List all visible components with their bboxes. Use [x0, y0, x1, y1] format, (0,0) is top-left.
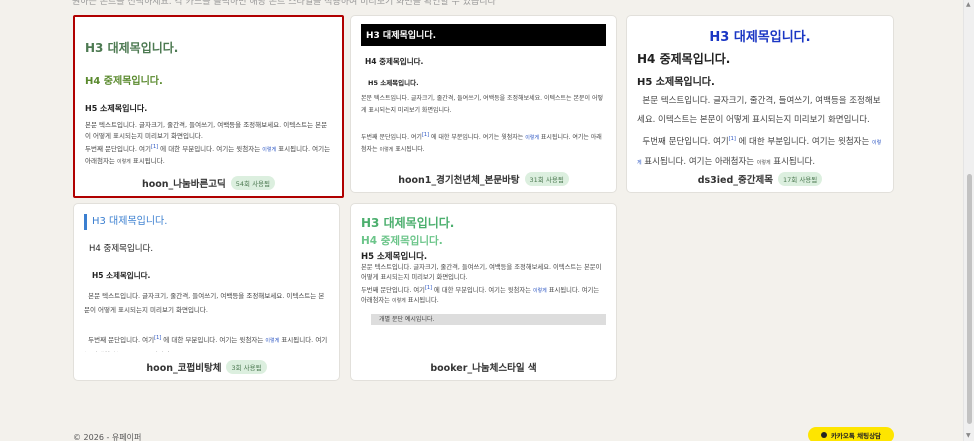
font-preview: H3 대제목입니다. H4 중제목입니다. H5 소제목입니다. 본문 텍스트입… [75, 17, 342, 170]
scroll-down-icon[interactable]: ▼ [966, 432, 971, 439]
usage-badge: 54회 사용됨 [230, 176, 276, 190]
separate-paragraph-example: 개별 문단 예시입니다. [371, 314, 606, 326]
preview-paragraph: 본문 텍스트입니다. 글자크기, 줄간격, 들여쓰기, 여백등을 조정해보세요.… [361, 95, 603, 153]
scrollbar-thumb[interactable] [967, 174, 972, 424]
preview-h3: H3 대제목입니다. [84, 214, 329, 230]
preview-h4: H4 중제목입니다. [361, 235, 443, 247]
font-card-footer: booker_나눔체스타일 색 [351, 360, 616, 374]
font-card-footer: hoon1_경기천년체_본문바탕 31회 사용됨 [351, 172, 616, 186]
font-preview: H3 대제목입니다. H4 중제목입니다. H5 소제목입니다. 본문 텍스트입… [627, 16, 893, 166]
preview-h5: H5 소제목입니다. [92, 271, 151, 280]
scroll-up-icon[interactable]: ▲ [966, 1, 971, 8]
preview-h3: H3 대제목입니다. [361, 24, 606, 46]
preview-h3: H3 대제목입니다. [85, 41, 179, 55]
font-preview: H3 대제목입니다. H4 중제목입니다. H5 소제목입니다. 본문 텍스트입… [351, 204, 616, 354]
font-preview: H3 대제목입니다. H4 중제목입니다. H5 소제목입니다. 본문 텍스트입… [74, 204, 339, 352]
font-name: booker_나눔체스타일 색 [430, 363, 537, 374]
preview-h3: H3 대제목입니다. [709, 30, 811, 45]
chat-bubble-icon [820, 432, 827, 438]
usage-badge: 3회 사용됨 [226, 360, 267, 374]
preview-h5: H5 소제목입니다. [85, 104, 148, 113]
font-card-4[interactable]: H3 대제목입니다. H4 중제목입니다. H5 소제목입니다. 본문 텍스트입… [73, 203, 340, 381]
preview-h5: H5 소제목입니다. [637, 77, 715, 88]
preview-h5: H5 소제목입니다. [361, 252, 428, 262]
preview-h4: H4 중제목입니다. [637, 52, 731, 66]
kakao-chat-label: 카카오톡 채팅상담 [830, 432, 882, 440]
kakao-chat-button[interactable]: 카카오톡 채팅상담 [808, 427, 894, 441]
preview-h3: H3 대제목입니다. [361, 216, 455, 230]
preview-paragraph: 본문 텍스트입니다. 글자크기, 줄간격, 들여쓰기, 여백등을 조정해보세요.… [85, 121, 331, 166]
page-intro-text: 원하는 폰트를 선택하세요. 각 카드를 클릭하면 해당 폰트 스타일을 적용하… [72, 0, 496, 7]
preview-h4: H4 중제목입니다. [89, 244, 154, 254]
preview-h5: H5 소제목입니다. [368, 79, 419, 87]
preview-paragraph: 본문 텍스트입니다. 글자크기, 줄간격, 들여쓰기, 여백등을 조정해보세요.… [84, 292, 328, 352]
preview-paragraph: 본문 텍스트입니다. 글자크기, 줄간격, 들여쓰기, 여백등을 조정해보세요.… [637, 96, 882, 166]
preview-paragraph: 본문 텍스트입니다. 글자크기, 줄간격, 들여쓰기, 여백등을 조정해보세요.… [361, 264, 602, 305]
font-card-3[interactable]: H3 대제목입니다. H4 중제목입니다. H5 소제목입니다. 본문 텍스트입… [626, 15, 894, 193]
font-preview: H3 대제목입니다. H4 중제목입니다. H5 소제목입니다. 본문 텍스트입… [351, 16, 616, 168]
font-name: hoon_코펍비탕체 [146, 363, 222, 374]
font-name: hoon1_경기천년체_본문바탕 [398, 175, 520, 186]
font-card-footer: ds3ied_중간제목 17회 사용됨 [627, 172, 893, 186]
font-card-5[interactable]: H3 대제목입니다. H4 중제목입니다. H5 소제목입니다. 본문 텍스트입… [350, 203, 617, 381]
font-card-1[interactable]: H3 대제목입니다. H4 중제목입니다. H5 소제목입니다. 본문 텍스트입… [73, 15, 344, 198]
page-scrollbar[interactable]: ▲ ▼ [963, 0, 974, 441]
font-card-2[interactable]: H3 대제목입니다. H4 중제목입니다. H5 소제목입니다. 본문 텍스트입… [350, 15, 617, 193]
usage-badge: 31회 사용됨 [524, 172, 569, 186]
preview-h4: H4 중제목입니다. [365, 57, 424, 66]
font-card-footer: hoon_나눔바른고딕 54회 사용됨 [75, 176, 342, 190]
font-name: ds3ied_중간제목 [697, 175, 773, 186]
usage-badge: 17회 사용됨 [778, 172, 823, 186]
font-card-footer: hoon_코펍비탕체 3회 사용됨 [74, 360, 339, 374]
preview-h4: H4 중제목입니다. [85, 76, 163, 87]
font-name: hoon_나눔바른고딕 [141, 179, 226, 190]
copyright-text: © 2026 - 유페이퍼 [73, 433, 142, 441]
